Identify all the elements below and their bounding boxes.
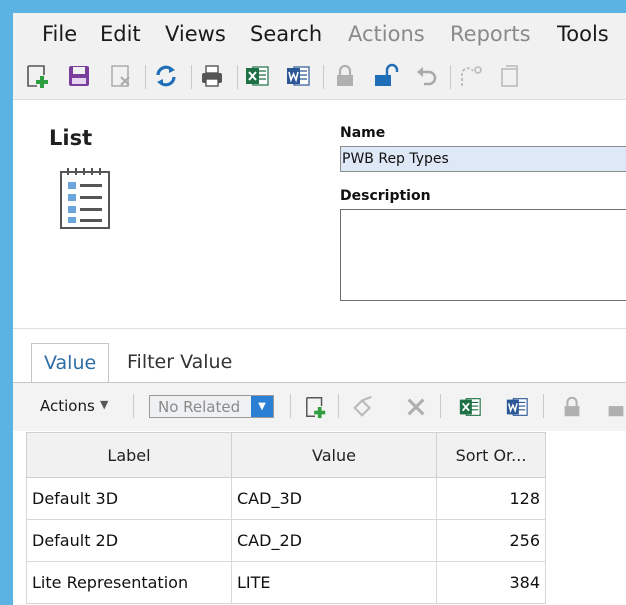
excel-icon[interactable] [244, 63, 270, 89]
table-row[interactable]: Lite Representation LITE 384 [26, 561, 546, 604]
grid-toolbar-separator [290, 394, 291, 418]
table-row[interactable]: Default 2D CAD_2D 256 [26, 519, 546, 562]
relate-icon[interactable] [351, 395, 375, 419]
print-icon[interactable] [199, 63, 225, 89]
grid-toolbar-separator [338, 394, 339, 418]
cell-value[interactable]: CAD_3D [231, 477, 437, 520]
toolbar-separator [450, 65, 451, 89]
menu-edit[interactable]: Edit [100, 22, 141, 46]
values-table: Label Value Sort Or... Default 3D CAD_3D… [26, 432, 546, 604]
list-icon [60, 168, 110, 229]
menu-bar: File Edit Views Search Actions Reports T… [13, 13, 626, 57]
grid-excel-icon[interactable] [458, 395, 482, 419]
grid-unlock-icon[interactable] [606, 395, 626, 419]
related-select[interactable]: No Related ▼ [149, 395, 274, 418]
grid-toolbar-separator [133, 394, 134, 418]
menu-tools[interactable]: Tools [557, 22, 609, 46]
main-toolbar [13, 57, 626, 100]
menu-search[interactable]: Search [250, 22, 322, 46]
column-header-sort-order[interactable]: Sort Or... [436, 432, 546, 478]
cell-label[interactable]: Default 3D [26, 477, 232, 520]
name-field[interactable]: PWB Rep Types [340, 146, 626, 172]
delete-row-icon[interactable] [404, 395, 428, 419]
list-title: List [49, 126, 93, 150]
menu-reports[interactable]: Reports [450, 22, 531, 46]
tab-value[interactable]: Value [31, 343, 110, 383]
word-icon[interactable] [285, 63, 311, 89]
delete-icon[interactable] [108, 63, 134, 89]
table-header-row: Label Value Sort Or... [26, 432, 546, 478]
lock-icon[interactable] [332, 63, 358, 89]
save-icon[interactable] [66, 63, 92, 89]
cell-sort-order[interactable]: 256 [436, 519, 546, 562]
cell-value[interactable]: LITE [231, 561, 437, 604]
toolbar-separator [237, 65, 238, 89]
table-row[interactable]: Default 3D CAD_3D 128 [26, 477, 546, 520]
grid-toolbar-separator [543, 394, 544, 418]
cell-sort-order[interactable]: 384 [436, 561, 546, 604]
caret-down-icon[interactable]: ▼ [100, 398, 108, 411]
copy-icon[interactable] [497, 63, 523, 89]
cell-label[interactable]: Default 2D [26, 519, 232, 562]
tab-filter-value[interactable]: Filter Value [127, 343, 232, 383]
dropdown-arrow-icon[interactable]: ▼ [251, 396, 273, 417]
toolbar-separator [145, 65, 146, 89]
description-label: Description [340, 188, 431, 204]
add-row-icon[interactable] [304, 395, 328, 419]
column-header-label[interactable]: Label [26, 432, 232, 478]
window-frame-left [0, 0, 13, 605]
toolbar-separator [323, 65, 324, 89]
name-label: Name [340, 125, 386, 141]
grid-toolbar-separator [440, 394, 441, 418]
column-header-value[interactable]: Value [231, 432, 437, 478]
menu-file[interactable]: File [42, 22, 77, 46]
menu-actions[interactable]: Actions [348, 22, 425, 46]
grid-word-icon[interactable] [505, 395, 529, 419]
related-select-value: No Related [158, 398, 241, 416]
refresh-icon[interactable] [153, 63, 179, 89]
toolbar-separator [191, 65, 192, 89]
cell-label[interactable]: Lite Representation [26, 561, 232, 604]
menu-views[interactable]: Views [165, 22, 226, 46]
window-frame-top [0, 0, 626, 13]
grid-actions-menu[interactable]: Actions [40, 397, 95, 415]
grid-lock-icon[interactable] [560, 395, 584, 419]
description-field[interactable] [340, 209, 626, 301]
redo-icon[interactable] [457, 63, 483, 89]
section-divider [13, 328, 626, 329]
cell-value[interactable]: CAD_2D [231, 519, 437, 562]
cell-sort-order[interactable]: 128 [436, 477, 546, 520]
undo-icon[interactable] [413, 63, 439, 89]
new-icon[interactable] [25, 63, 51, 89]
unlock-icon[interactable] [373, 63, 399, 89]
